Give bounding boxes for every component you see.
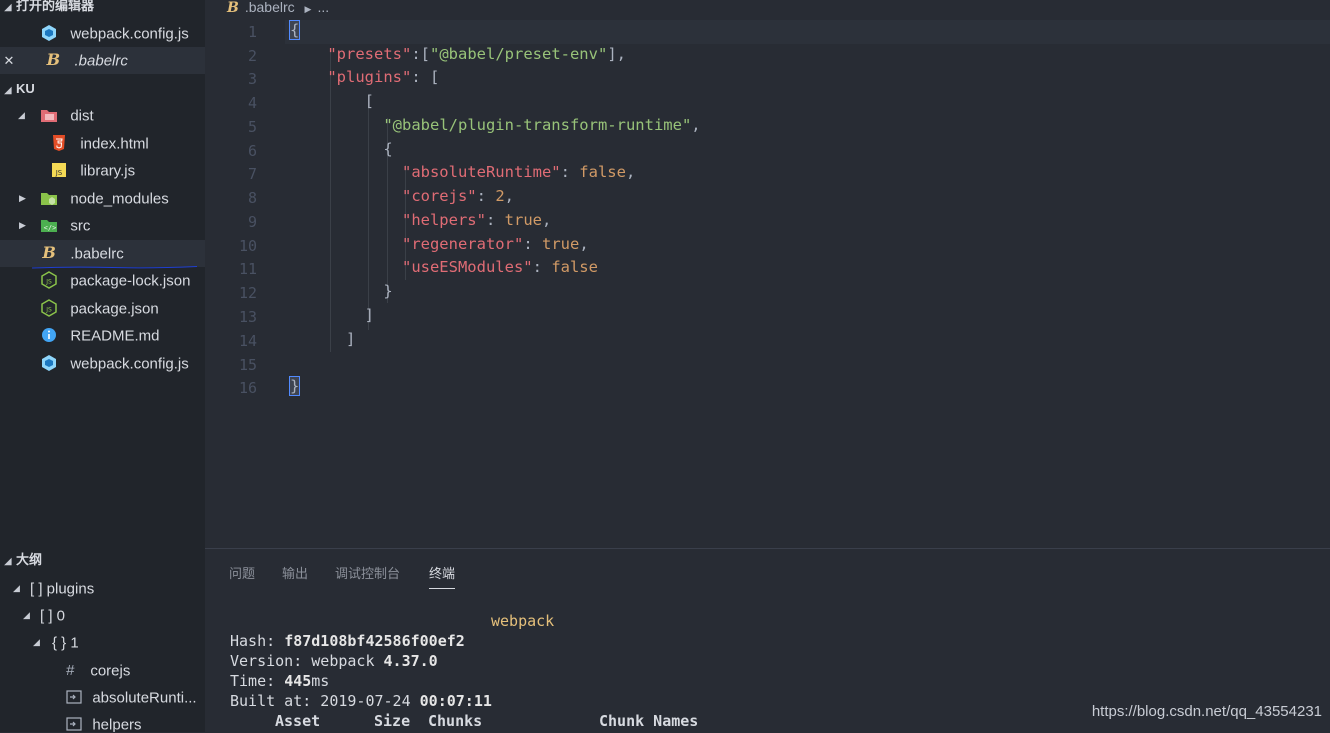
tab-debug-console[interactable]: 调试控制台 [335,563,400,582]
code-line-8: "corejs": 2, [401,187,514,205]
folder-node-modules[interactable]: ▶ node_modules [0,185,205,212]
info-icon [42,328,57,343]
code-line-2: "presets":["@babel/preset-env"], [327,45,626,63]
file-readme-md[interactable]: README.md [0,322,205,349]
javascript-icon: JS [52,163,67,178]
line-number: 1 [247,23,257,41]
file-index-html[interactable]: index.html [0,130,205,157]
line-number: 4 [247,94,257,112]
number-icon: # [66,662,75,679]
breadcrumb[interactable]: B .babelrc ▶... [227,0,329,16]
outline-header[interactable]: ◢ 大纲 [0,550,205,570]
code-line-11: "useESModules": false [401,258,598,276]
folder-dist-icon [41,110,58,123]
folder-src[interactable]: ▶ </> src [0,212,205,239]
outline-item-corejs[interactable]: # corejs [0,657,205,684]
terminal-version: Version: webpack 4.37.0 [230,652,438,670]
tab-output[interactable]: 输出 [282,563,308,582]
code-editor[interactable]: B .babelrc ▶... 1 2 3 4 5 6 7 8 9 10 11 12 13 14 15 16 {… [205,0,1330,548]
line-number: 16 [238,379,257,397]
webpack-icon [42,25,57,42]
folder-dist[interactable]: ◢ dist [0,102,205,129]
folder-node-icon [41,193,58,206]
line-number: 13 [238,308,257,326]
file-webpack-config-js[interactable]: webpack.config.js [0,350,205,377]
line-number: 5 [247,118,257,136]
close-icon[interactable]: ✕ [0,47,18,74]
terminal-built-at: Built at: 2019-07-24 00:07:11 [230,692,492,710]
line-number: 11 [238,260,257,278]
code-line-14: ] [290,330,356,348]
code-line-1: { [288,20,301,40]
code-line-4: [ [290,92,374,110]
file-package-lock-json[interactable]: JS package-lock.json [0,267,205,294]
babel-icon: B [46,50,61,70]
code-line-7: "absoluteRuntime": false, [401,163,636,181]
terminal-time: Time: 445ms [230,672,330,690]
line-number: 8 [247,189,257,207]
open-editors-header[interactable]: ◢ 打开的编辑器 [0,0,205,16]
line-number: 9 [247,213,257,231]
chevron-right-icon: ▶ [304,4,312,14]
line-number: 6 [247,142,257,160]
babel-icon: B [227,0,239,16]
line-number: 14 [238,332,257,350]
outline-item-0[interactable]: ◢ [ ] 0 [0,602,205,629]
code-line-6: { [290,140,393,158]
nodejs-icon: JS [41,271,57,289]
svg-text:</>: </> [44,224,57,232]
terminal-hash: Hash: f87d108bf42586f00ef2 [230,632,465,650]
line-number: 3 [247,70,257,88]
open-editor-babelrc[interactable]: ✕ B .babelrc [0,47,205,74]
line-number: 7 [247,165,257,183]
chevron-down-icon: ◢ [33,637,40,647]
current-line-highlight [285,20,1330,44]
babel-icon: B [42,243,56,263]
line-number: 12 [238,284,257,302]
collapse-icon: ◢ [4,556,12,566]
chevron-down-icon: ◢ [18,110,25,120]
chevron-down-icon: ◢ [13,583,20,593]
chevron-down-icon: ◢ [23,610,30,620]
file-library-js[interactable]: JS library.js [0,157,205,184]
nodejs-icon: JS [41,299,57,317]
outline-item-helpers[interactable]: helpers [0,711,205,732]
line-number: 10 [238,237,257,255]
code-line-5: "@babel/plugin-transform-runtime", [383,116,701,134]
svg-text:JS: JS [45,307,52,314]
code-line-16: } [288,376,301,396]
boolean-icon [66,690,82,704]
html5-icon [53,135,66,152]
tab-problems[interactable]: 问题 [229,563,255,582]
project-header[interactable]: ◢ KU [0,79,205,99]
chevron-right-icon: ▶ [19,193,26,203]
outline-item-1[interactable]: ◢ { } 1 [0,629,205,656]
file-package-json[interactable]: JS package.json [0,295,205,322]
code-line-13: ] [290,306,374,324]
chevron-right-icon: ▶ [19,220,26,230]
folder-src-icon: </> [41,220,58,233]
webpack-icon [42,355,57,372]
collapse-icon: ◢ [4,85,12,95]
open-editor-webpack-config[interactable]: webpack.config.js [0,20,205,47]
code-line-9: "helpers": true, [401,211,552,229]
terminal-title: webpack [491,612,555,630]
tab-terminal[interactable]: 终端 [429,563,456,589]
line-number: 15 [238,356,257,374]
svg-text:JS: JS [45,279,52,286]
explorer-sidebar: ◢ 打开的编辑器 webpack.config.js ✕ B .babelrc ◢… [0,0,205,732]
line-number: 2 [247,47,257,65]
code-line-12: } [290,282,393,300]
outline-item-absoluteruntime[interactable]: absoluteRunti... [0,684,205,711]
svg-text:JS: JS [55,169,63,177]
collapse-icon: ◢ [4,2,12,12]
file-babelrc[interactable]: B .babelrc [0,240,205,267]
watermark: https://blog.csdn.net/qq_43554231 [1091,703,1322,720]
outline-item-plugins[interactable]: ◢ [ ] plugins [0,575,205,602]
code-line-10: "regenerator": true, [401,235,589,253]
code-line-3: "plugins": [ [327,68,440,86]
boolean-icon [66,717,82,731]
